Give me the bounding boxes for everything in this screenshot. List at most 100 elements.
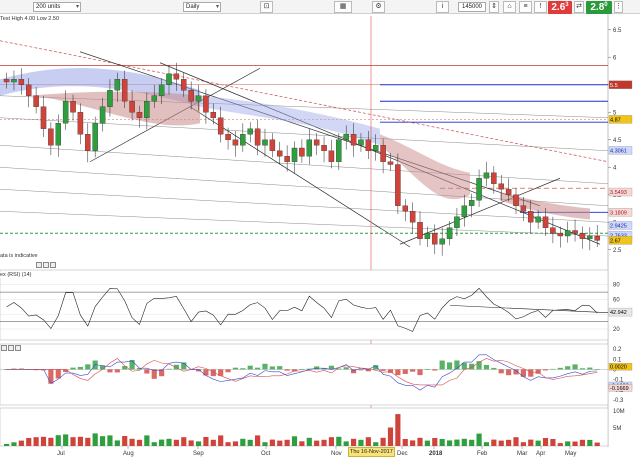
crosshair-date-tag: Thu 16-Nov-2017 xyxy=(348,447,395,457)
volume-bar xyxy=(483,442,490,446)
volume-bar xyxy=(159,439,165,446)
volume-bar xyxy=(40,436,47,446)
candle-body xyxy=(18,79,25,85)
candle-body xyxy=(33,95,39,107)
volume-bar xyxy=(210,439,216,446)
volume-bar xyxy=(380,437,386,446)
candle-body xyxy=(572,230,578,234)
candle-body xyxy=(70,101,76,113)
volume-bar xyxy=(328,437,335,446)
macd-histogram-bar xyxy=(247,365,253,370)
macd-histogram-bar xyxy=(269,366,275,370)
x-axis: Jul Aug Sep Oct Nov Dec 2018 Feb Mar Apr May xyxy=(57,446,576,457)
volume-bar xyxy=(291,436,298,446)
x-tick-label: May xyxy=(565,451,576,457)
macd-histogram-bar xyxy=(506,369,512,376)
volume-bar xyxy=(395,414,401,446)
volume-bar xyxy=(439,439,445,446)
macd-panel[interactable]: 0.20.10-0.1-0.2-0.30.0020-0.1633-0.1669 xyxy=(0,343,633,406)
macd-histogram-bar xyxy=(77,366,83,370)
panel-close-icon[interactable] xyxy=(15,345,21,351)
candle-body xyxy=(402,205,408,212)
volume-bar xyxy=(195,441,202,446)
volume-bar xyxy=(277,440,283,446)
candle-body xyxy=(594,235,600,241)
macd-histogram-bar xyxy=(498,369,504,374)
volume-panel[interactable]: 10M 5M xyxy=(0,407,625,447)
panel-settings-icon[interactable] xyxy=(43,262,49,268)
candle-body xyxy=(203,95,209,113)
volume-bar xyxy=(491,439,497,446)
macd-histogram-bar xyxy=(55,369,61,379)
macd-histogram-bar xyxy=(439,360,445,370)
volume-bar xyxy=(99,436,106,446)
macd-histogram-bar xyxy=(277,366,283,370)
price-tag-label: 3.1809 xyxy=(610,210,627,216)
volume-bar xyxy=(498,440,504,446)
volume-bar xyxy=(122,436,128,446)
macd-histogram-bar xyxy=(520,369,526,377)
volume-bar xyxy=(225,442,231,446)
macd-histogram-bar xyxy=(48,369,54,384)
candle-body xyxy=(232,139,239,146)
volume-bar xyxy=(48,437,54,446)
macd-histogram-bar xyxy=(358,369,364,371)
panel-close-icon[interactable] xyxy=(50,262,56,268)
rsi-panel-bg xyxy=(0,269,609,341)
chart-canvas[interactable]: 6.565.554.543.532.55.54.874.30613.54933.… xyxy=(0,0,640,457)
candle-body xyxy=(417,222,423,239)
macd-histogram-bar xyxy=(343,367,349,370)
panel-controls[interactable] xyxy=(36,262,57,269)
panel-minimize-icon[interactable] xyxy=(1,345,7,351)
candle-body xyxy=(254,128,261,146)
volume-bar xyxy=(129,438,135,446)
volume-bar xyxy=(70,437,76,446)
candle-body xyxy=(247,128,253,135)
candle-body xyxy=(395,164,401,206)
panel-minimize-icon[interactable] xyxy=(36,262,42,268)
rsi-value-label: 42.942 xyxy=(610,310,627,316)
volume-bar xyxy=(410,440,416,446)
candle-body xyxy=(25,84,32,96)
volume-bar xyxy=(136,439,143,446)
price-tag-label: 5.5 xyxy=(610,83,618,89)
candle-body xyxy=(181,79,187,91)
macd-histogram-bar xyxy=(491,367,497,370)
volume-bar xyxy=(144,435,150,446)
candle-body xyxy=(48,128,54,146)
panel-settings-icon[interactable] xyxy=(8,345,14,351)
indicative-note: ata is indicative xyxy=(0,253,38,259)
macd-y-tick-label: 0.2 xyxy=(613,347,622,353)
macd-histogram-bar xyxy=(380,369,386,371)
macd-histogram-bar xyxy=(395,369,401,376)
macd-histogram-bar xyxy=(528,369,534,377)
candle-body xyxy=(542,216,549,228)
macd-panel-controls[interactable] xyxy=(1,345,22,352)
candle-body xyxy=(306,139,313,157)
x-tick-label: Nov xyxy=(331,451,342,457)
volume-y-tick-label: 10M xyxy=(613,409,625,415)
volume-bar xyxy=(181,437,187,446)
price-tag-label: 3.5493 xyxy=(610,190,627,196)
candle-body xyxy=(380,145,386,162)
rsi-panel[interactable]: 8060402042.942 xyxy=(0,269,633,341)
macd-histogram-bar xyxy=(299,369,305,370)
candle-body xyxy=(210,112,217,118)
macd-histogram-bar xyxy=(225,369,231,373)
macd-histogram-bar xyxy=(203,369,209,376)
macd-panel-bg xyxy=(0,343,609,406)
candle-body xyxy=(173,73,180,80)
macd-histogram-bar xyxy=(114,369,120,373)
candle-body xyxy=(299,147,305,157)
candle-body xyxy=(498,183,504,190)
candle-body xyxy=(55,123,61,146)
rsi-panel-title: ex (RSI) (14) xyxy=(0,272,32,278)
macd-histogram-bar xyxy=(85,364,91,370)
candle-body xyxy=(151,95,157,102)
y-tick-label: 4.5 xyxy=(613,138,622,144)
candle-body xyxy=(372,145,379,151)
volume-bar xyxy=(85,437,91,446)
rsi-y-tick-label: 20 xyxy=(613,327,620,333)
candle-body xyxy=(240,134,246,146)
candle-body xyxy=(579,233,586,239)
